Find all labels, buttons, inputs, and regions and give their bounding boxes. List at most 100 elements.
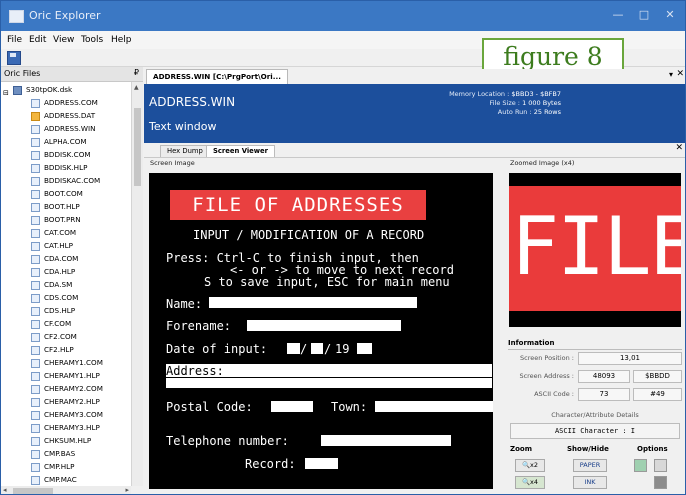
file-name-label: CHERAMY3.HLP bbox=[44, 423, 100, 432]
tab-screen-viewer[interactable]: Screen Viewer bbox=[206, 145, 276, 157]
tree-file-item[interactable]: CDA.COM bbox=[1, 253, 78, 265]
oric-screen[interactable]: FILE OF ADDRESSES INPUT / MODIFICATION O… bbox=[149, 173, 493, 489]
menu-view[interactable]: View bbox=[53, 35, 74, 45]
tab-list-icon[interactable]: ▾ bbox=[669, 70, 673, 79]
zoom-x4-button[interactable]: 🔍x4 bbox=[515, 476, 545, 489]
zoomed-image-label: Zoomed Image (x4) bbox=[510, 159, 575, 167]
file-name-label: BDDISKAC.COM bbox=[44, 176, 101, 185]
show-hide-label: Show/Hide bbox=[567, 445, 609, 453]
file-icon bbox=[31, 150, 40, 160]
file-icon bbox=[31, 202, 40, 212]
tree-file-item[interactable]: CF2.COM bbox=[1, 331, 77, 343]
panel-title: Oric Files bbox=[4, 69, 41, 78]
tree-file-item[interactable]: CF2.HLP bbox=[1, 344, 74, 356]
save-icon[interactable] bbox=[7, 51, 21, 65]
tree-file-item[interactable]: ADDRESS.COM bbox=[1, 97, 98, 109]
menu-file[interactable]: File bbox=[7, 35, 22, 45]
tree-disk-node[interactable]: ⊟ S30tpOK.dsk bbox=[1, 84, 73, 97]
tree-vertical-scrollbar[interactable]: ▲ bbox=[131, 82, 143, 486]
tree-horizontal-scrollbar[interactable]: ◂ ▸ bbox=[1, 486, 131, 494]
scroll-right-icon[interactable]: ▸ bbox=[125, 486, 129, 494]
file-icon bbox=[31, 293, 40, 303]
disk-label: S30tpOK.dsk bbox=[26, 85, 73, 94]
tree-file-item[interactable]: CDA.HLP bbox=[1, 266, 75, 278]
ink-button[interactable]: INK bbox=[573, 476, 607, 489]
scroll-up-icon[interactable]: ▲ bbox=[134, 84, 139, 91]
file-name-label: CF.COM bbox=[44, 319, 72, 328]
file-tree: ⊟ S30tpOK.dsk ADDRESS.COM ADDRESS.DAT ADDR… bbox=[1, 82, 131, 486]
char-details-label: Character/Attribute Details bbox=[551, 411, 639, 419]
title-bar: Oric Explorer — □ ✕ bbox=[1, 1, 685, 31]
town-label: Town: bbox=[331, 400, 368, 414]
zoom-x2-button[interactable]: 🔍x2 bbox=[515, 459, 545, 472]
close-doc-icon[interactable]: ✕ bbox=[676, 69, 684, 79]
tab-address-win[interactable]: ADDRESS.WIN [C:\PrgPort\Ori... bbox=[146, 69, 288, 84]
data-file-icon bbox=[31, 111, 40, 121]
menu-tools[interactable]: Tools bbox=[81, 35, 103, 45]
file-name-label: CAT.HLP bbox=[44, 241, 73, 250]
tree-file-item[interactable]: CHKSUM.HLP bbox=[1, 435, 91, 447]
screen-position-value: 13,01 bbox=[578, 352, 682, 365]
tree-file-item[interactable]: CHERAMY2.COM bbox=[1, 383, 103, 395]
scroll-thumb[interactable] bbox=[134, 108, 141, 186]
tree-file-item[interactable]: CMP.BAS bbox=[1, 448, 75, 460]
maximize-button[interactable]: □ bbox=[635, 7, 653, 23]
file-name-label: BOOT.COM bbox=[44, 189, 83, 198]
tree-file-item[interactable]: BDDISK.COM bbox=[1, 149, 91, 161]
tree-file-item[interactable]: CF.COM bbox=[1, 318, 71, 330]
tree-file-item[interactable]: CMP.MAC bbox=[1, 474, 77, 486]
tree-file-item[interactable]: ADDRESS.WIN bbox=[1, 123, 96, 135]
tree-file-item[interactable]: BOOT.PRN bbox=[1, 214, 81, 226]
file-name-label: BOOT.PRN bbox=[44, 215, 81, 224]
tree-file-item[interactable]: CHERAMY1.COM bbox=[1, 357, 103, 369]
date-day-field bbox=[287, 343, 300, 354]
zoomed-image: FILE bbox=[509, 173, 681, 327]
date-century: 19 bbox=[335, 342, 350, 356]
tree-file-item[interactable]: BOOT.COM bbox=[1, 188, 83, 200]
file-icon bbox=[31, 332, 40, 342]
file-name: ADDRESS.WIN bbox=[149, 95, 236, 109]
tree-file-item[interactable]: CHERAMY3.HLP bbox=[1, 422, 100, 434]
screen-address-hex: $BBDD bbox=[633, 370, 682, 383]
date-year-field bbox=[357, 343, 372, 354]
tree-file-item[interactable]: CHERAMY1.HLP bbox=[1, 370, 100, 382]
tree-file-item[interactable]: CDS.HLP bbox=[1, 305, 75, 317]
tree-file-item[interactable]: ALPHA.COM bbox=[1, 136, 87, 148]
scroll-thumb-h[interactable] bbox=[13, 488, 53, 494]
tree-file-item[interactable]: BDDISKAC.COM bbox=[1, 175, 100, 187]
tree-file-item[interactable]: CHERAMY2.HLP bbox=[1, 396, 100, 408]
print-icon[interactable] bbox=[654, 476, 667, 489]
paper-button[interactable]: PAPER bbox=[573, 459, 607, 472]
close-button[interactable]: ✕ bbox=[661, 7, 679, 23]
tree-file-item[interactable]: CAT.COM bbox=[1, 227, 76, 239]
tree-file-item[interactable]: BDDISK.HLP bbox=[1, 162, 87, 174]
menu-help[interactable]: Help bbox=[111, 35, 132, 45]
file-icon bbox=[31, 384, 40, 394]
minimize-button[interactable]: — bbox=[609, 7, 627, 23]
menu-edit[interactable]: Edit bbox=[29, 35, 46, 45]
file-icon bbox=[31, 163, 40, 173]
file-icon bbox=[31, 137, 40, 147]
scroll-left-icon[interactable]: ◂ bbox=[3, 486, 7, 494]
screen-line-4: S to save input, ESC for main menu bbox=[204, 275, 450, 289]
telephone-field bbox=[321, 435, 451, 446]
tab-hex-dump[interactable]: Hex Dump bbox=[160, 145, 210, 157]
export-icon[interactable] bbox=[654, 459, 667, 472]
name-label: Name: bbox=[166, 297, 203, 311]
tree-file-item[interactable]: CMP.HLP bbox=[1, 461, 74, 473]
tree-file-item[interactable]: ADDRESS.DAT bbox=[1, 110, 95, 122]
file-icon bbox=[31, 306, 40, 316]
file-name-label: CHKSUM.HLP bbox=[44, 436, 92, 445]
tree-file-item[interactable]: BOOT.HLP bbox=[1, 201, 80, 213]
pin-icon[interactable]: ₽ bbox=[134, 68, 139, 77]
record-label: Record: bbox=[245, 457, 296, 471]
postal-code-label: Postal Code: bbox=[166, 400, 253, 414]
file-name-label: CMP.MAC bbox=[44, 475, 77, 484]
tree-file-item[interactable]: CDS.COM bbox=[1, 292, 78, 304]
tree-file-item[interactable]: CDA.SM bbox=[1, 279, 72, 291]
information-panel: Information Screen Position : 13,01 Scre… bbox=[506, 339, 684, 439]
copy-icon[interactable] bbox=[634, 459, 647, 472]
tree-file-item[interactable]: CHERAMY3.COM bbox=[1, 409, 103, 421]
close-view-icon[interactable]: ✕ bbox=[675, 143, 683, 153]
tree-file-item[interactable]: CAT.HLP bbox=[1, 240, 73, 252]
